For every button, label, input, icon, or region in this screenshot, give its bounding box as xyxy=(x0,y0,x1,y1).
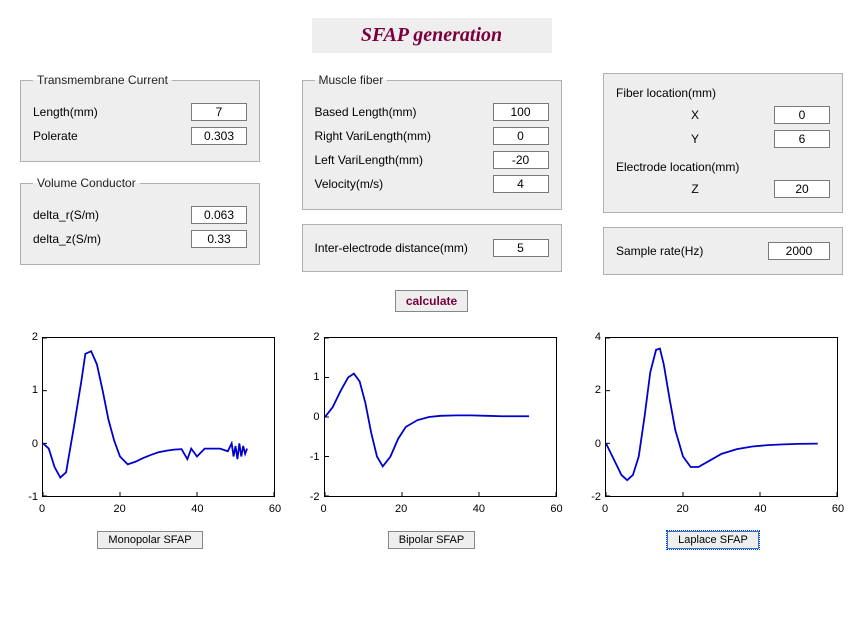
length-input[interactable] xyxy=(191,103,247,121)
velocity-input[interactable] xyxy=(493,175,549,193)
x-input[interactable] xyxy=(774,106,830,124)
sample-rate-input[interactable] xyxy=(768,242,830,260)
inter-electrode-label: Inter-electrode distance(mm) xyxy=(315,241,493,255)
velocity-label: Velocity(m/s) xyxy=(315,177,493,191)
muscle-legend: Muscle fiber xyxy=(315,73,388,87)
y-tick-label: -2 xyxy=(302,491,320,503)
z-input[interactable] xyxy=(774,180,830,198)
x-tick-label: 20 xyxy=(114,503,126,515)
location-panel: Fiber location(mm) X Y Electrode locatio… xyxy=(603,73,843,213)
left-vari-label: Left VariLength(mm) xyxy=(315,153,493,167)
volume-conductor-group: Volume Conductor delta_r(S/m) delta_z(S/… xyxy=(20,176,260,265)
y-tick-label: 4 xyxy=(583,331,601,343)
title-bar: SFAP generation xyxy=(312,18,552,53)
y-tick-label: 2 xyxy=(20,331,38,343)
x-tick-label: 0 xyxy=(320,503,326,515)
bipolar-chart: -2-10120204060 xyxy=(302,332,562,517)
delta-r-input[interactable] xyxy=(191,206,247,224)
inter-electrode-input[interactable] xyxy=(493,239,549,257)
x-tick-label: 0 xyxy=(39,503,45,515)
x-tick-label: 40 xyxy=(473,503,485,515)
y-tick-label: 2 xyxy=(583,384,601,396)
y-tick-label: -1 xyxy=(302,451,320,463)
calculate-button[interactable]: calculate xyxy=(395,290,468,312)
x-tick-label: 20 xyxy=(395,503,407,515)
plot-area xyxy=(42,337,275,497)
y-input[interactable] xyxy=(774,130,830,148)
transmembrane-group: Transmembrane Current Length(mm) Polerat… xyxy=(20,73,260,162)
y-label: Y xyxy=(616,132,774,146)
charts-area: -10120204060 Monopolar SFAP -2-101202040… xyxy=(20,332,843,549)
y-tick-label: 0 xyxy=(583,438,601,450)
z-label: Z xyxy=(616,182,774,196)
right-vari-label: Right VariLength(mm) xyxy=(315,129,493,143)
x-label: X xyxy=(616,108,774,122)
left-vari-input[interactable] xyxy=(493,151,549,169)
polerate-input[interactable] xyxy=(191,127,247,145)
delta-r-label: delta_r(S/m) xyxy=(33,208,191,222)
x-tick-label: 60 xyxy=(550,503,562,515)
y-tick-label: 1 xyxy=(20,384,38,396)
y-tick-label: 1 xyxy=(302,371,320,383)
series-line xyxy=(325,374,529,467)
x-tick-label: 20 xyxy=(677,503,689,515)
monopolar-chart: -10120204060 xyxy=(20,332,280,517)
series-line xyxy=(606,349,818,481)
sample-rate-label: Sample rate(Hz) xyxy=(616,244,768,258)
muscle-fiber-group: Muscle fiber Based Length(mm) Right Vari… xyxy=(302,73,562,210)
plot-area xyxy=(324,337,557,497)
laplace-button[interactable]: Laplace SFAP xyxy=(667,531,759,549)
fiber-location-label: Fiber location(mm) xyxy=(616,86,830,100)
monopolar-button[interactable]: Monopolar SFAP xyxy=(97,531,202,549)
transmembrane-legend: Transmembrane Current xyxy=(33,73,172,87)
length-label: Length(mm) xyxy=(33,105,191,119)
y-tick-label: 0 xyxy=(20,438,38,450)
electrode-location-label: Electrode location(mm) xyxy=(616,160,830,174)
right-vari-input[interactable] xyxy=(493,127,549,145)
bipolar-button[interactable]: Bipolar SFAP xyxy=(388,531,475,549)
delta-z-label: delta_z(S/m) xyxy=(33,232,191,246)
y-tick-label: 2 xyxy=(302,331,320,343)
y-tick-label: 0 xyxy=(302,411,320,423)
delta-z-input[interactable] xyxy=(191,230,247,248)
parameters-area: Transmembrane Current Length(mm) Polerat… xyxy=(20,73,843,322)
x-tick-label: 0 xyxy=(602,503,608,515)
y-tick-label: -1 xyxy=(20,491,38,503)
sample-rate-panel: Sample rate(Hz) xyxy=(603,227,843,275)
volume-legend: Volume Conductor xyxy=(33,176,140,190)
page-title: SFAP generation xyxy=(361,24,502,46)
laplace-chart: -20240204060 xyxy=(583,332,843,517)
x-tick-label: 40 xyxy=(191,503,203,515)
x-tick-label: 60 xyxy=(269,503,281,515)
plot-area xyxy=(605,337,838,497)
inter-electrode-panel: Inter-electrode distance(mm) xyxy=(302,224,562,272)
x-tick-label: 60 xyxy=(832,503,844,515)
x-tick-label: 40 xyxy=(754,503,766,515)
series-line xyxy=(43,351,247,477)
based-length-label: Based Length(mm) xyxy=(315,105,493,119)
polerate-label: Polerate xyxy=(33,129,191,143)
based-length-input[interactable] xyxy=(493,103,549,121)
y-tick-label: -2 xyxy=(583,491,601,503)
